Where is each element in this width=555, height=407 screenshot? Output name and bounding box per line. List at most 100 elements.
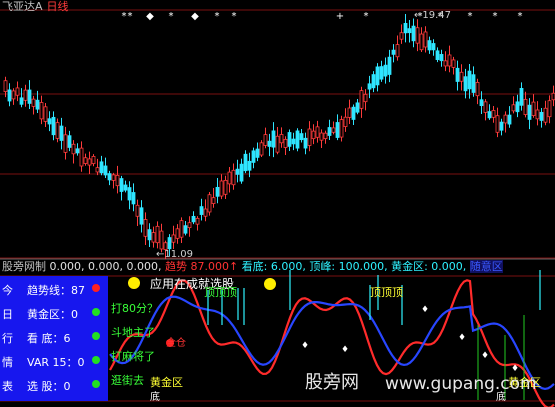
gold-value: 黄金区: 0.000,: [391, 260, 467, 273]
yellow-ball-icon: [264, 278, 276, 290]
up-arrow-icon: ♦: [458, 333, 466, 343]
tip-shopping: 逛街去: [111, 374, 144, 387]
candle-body: [275, 135, 280, 153]
candle-body: [363, 93, 368, 103]
row-label: 今: [2, 284, 13, 297]
candle-body: [11, 90, 16, 100]
candle-body: [19, 97, 24, 105]
trend-value: 87.000↑: [190, 260, 239, 273]
row-label: 日: [2, 308, 13, 321]
candle-body: [7, 89, 12, 102]
candle-body: [451, 59, 456, 68]
candle-body: [103, 165, 108, 176]
candle-body: [107, 173, 112, 181]
panel-row-select: 表 选 股：0: [0, 375, 108, 393]
candle-body: [203, 208, 208, 217]
candle-body: [299, 133, 304, 141]
tip-top-left: 顶顶顶: [204, 286, 237, 299]
row-label: 情: [2, 356, 13, 369]
candle-body: [235, 168, 240, 175]
candle-body: [403, 22, 408, 34]
candle-body: [239, 163, 244, 182]
candle-body: [175, 228, 180, 239]
candle-body: [303, 137, 308, 149]
price-high-label: ←19.47: [414, 10, 452, 21]
candle-body: [535, 109, 540, 120]
candle-body: [91, 156, 96, 165]
candle-body: [351, 106, 356, 120]
candle-body: [543, 107, 548, 123]
candle-body: [95, 167, 100, 173]
candle-body: [279, 134, 284, 144]
candle-body: [3, 80, 8, 92]
tip-gold-zone: 黄金区: [150, 376, 183, 389]
red-dot-icon: [92, 284, 100, 292]
candle-body: [211, 197, 216, 204]
top-marker: *: [364, 11, 369, 22]
up-arrow-icon: ♦: [481, 351, 489, 361]
row-value: 看 底：6: [27, 332, 71, 345]
row-value: 选 股：0: [27, 380, 71, 393]
candle-body: [119, 178, 124, 192]
candle-body: [247, 160, 252, 171]
candle-body: [255, 148, 260, 158]
candle-body: [419, 33, 424, 51]
candle-body: [295, 130, 300, 149]
candle-body: [79, 147, 84, 167]
green-dot-icon: [92, 356, 100, 364]
candle-body: [483, 101, 488, 113]
candle-body: [499, 121, 504, 131]
candle-body: [343, 116, 348, 128]
candle-body: [471, 74, 476, 93]
candle-body: [427, 40, 432, 51]
candle-body: [455, 67, 460, 82]
candle-body: [251, 150, 256, 163]
candle-body: [139, 207, 144, 225]
tip-top-right: 顶顶顶: [370, 286, 403, 299]
candle-body: [123, 184, 128, 191]
candle-body: [171, 234, 176, 243]
candle-body: [31, 98, 36, 107]
candle-body: [547, 100, 552, 118]
candle-body: [339, 119, 344, 138]
tip-bottom-mark-right: 底: [496, 392, 506, 403]
candle-body: [323, 132, 328, 140]
row-value: 黄金区：0: [27, 308, 78, 321]
candle-body: [207, 194, 212, 213]
candle-body: [187, 222, 192, 228]
candle-body: [263, 134, 268, 146]
row-label: 行: [2, 332, 13, 345]
candle-body: [347, 107, 352, 118]
candle-body: [527, 104, 532, 120]
top-marker: *: [215, 11, 220, 22]
top-marker: *: [493, 11, 498, 22]
candle-body: [159, 230, 164, 250]
candle-body: [291, 138, 296, 145]
candle-body: [75, 148, 80, 154]
candle-body: [283, 138, 288, 148]
row-value: 趋势线：87: [27, 284, 85, 297]
up-arrow-icon: ♦: [511, 364, 519, 374]
top-marker: *: [518, 11, 523, 22]
candle-body: [27, 89, 32, 104]
candle-body: [415, 27, 420, 44]
candle-body: [259, 142, 264, 156]
tip-score: 打80分？: [111, 302, 158, 315]
green-dot-icon: [92, 332, 100, 340]
candle-body: [115, 174, 120, 187]
candle-body: [463, 76, 468, 92]
green-dot-icon: [92, 380, 100, 388]
candle-body: [383, 64, 388, 77]
candle-body: [507, 114, 512, 125]
candle-body: [423, 31, 428, 48]
candle-body: [47, 118, 52, 125]
candle-body: [379, 66, 384, 80]
candle-body: [435, 50, 440, 60]
top-marker: *: [468, 11, 473, 22]
candle-body: [335, 122, 340, 138]
top-marker: +: [336, 11, 344, 22]
indicator-bar: 股旁网制 0.000, 0.000, 0.000, 趋势 87.000↑ 看底:…: [2, 260, 555, 273]
indicator-name: 股旁网制: [2, 260, 46, 273]
candle-body: [487, 111, 492, 119]
candle-body: [39, 102, 44, 120]
